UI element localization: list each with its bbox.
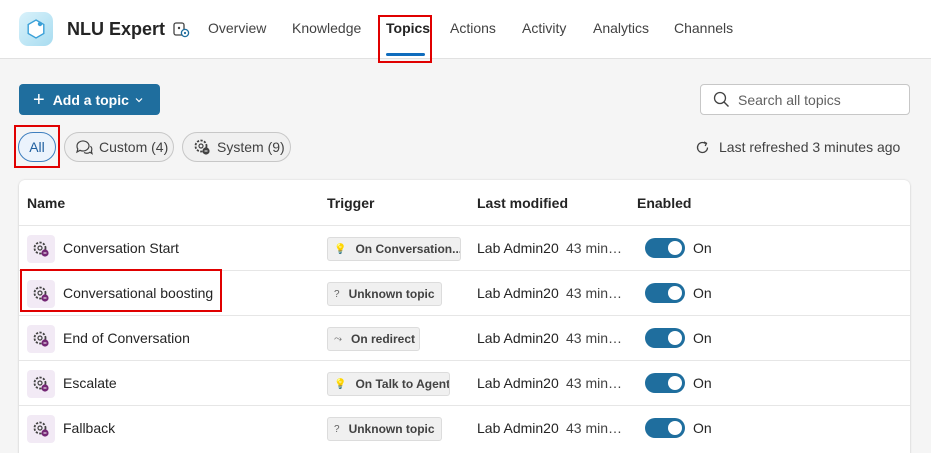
- trigger-badge: ? Unknown topic: [327, 282, 442, 306]
- trigger-label: On Conversation...: [355, 242, 461, 256]
- refresh-status[interactable]: Last refreshed 3 minutes ago: [695, 139, 900, 155]
- lightbulb-icon: 💡: [334, 378, 347, 390]
- enabled-toggle[interactable]: [645, 418, 685, 438]
- table-row[interactable]: Conversational boosting ? Unknown topic …: [19, 270, 910, 315]
- modified-time: 43 minutes ago: [566, 330, 624, 346]
- trigger-badge: ? Unknown topic: [327, 417, 442, 441]
- tab-activity[interactable]: Activity: [522, 20, 566, 36]
- enabled-toggle[interactable]: [645, 283, 685, 303]
- agent-logo-icon[interactable]: [19, 12, 53, 46]
- trigger-label: On Talk to Agent: [355, 377, 450, 391]
- modified-time: 43 minutes ago: [566, 375, 624, 391]
- table-row[interactable]: End of Conversation ⤳ On redirect Lab Ad…: [19, 315, 910, 360]
- topic-gear-icon: [27, 325, 55, 353]
- chat-bubbles-icon: [75, 139, 93, 155]
- filter-system-label: System (9): [217, 139, 285, 155]
- filter-custom-label: Custom (4): [99, 139, 169, 155]
- enabled-label: On: [693, 375, 712, 391]
- search-box[interactable]: [700, 84, 910, 115]
- trigger-badge: ⤳ On redirect: [327, 327, 420, 351]
- topic-name[interactable]: Fallback: [63, 420, 115, 436]
- filter-all-label: All: [29, 139, 45, 155]
- topic-name[interactable]: End of Conversation: [63, 330, 190, 346]
- trigger-label: Unknown topic: [348, 287, 435, 301]
- system-gear-icon: [193, 138, 211, 156]
- enabled-label: On: [693, 330, 712, 346]
- topic-gear-icon: [27, 235, 55, 263]
- refresh-icon: [696, 140, 709, 153]
- tab-analytics[interactable]: Analytics: [593, 20, 649, 36]
- add-topic-label: Add a topic: [52, 91, 129, 108]
- topics-table: Name Trigger Last modified Enabled Conve…: [19, 180, 910, 453]
- column-header-trigger[interactable]: Trigger: [327, 195, 374, 211]
- topic-name[interactable]: Conversational boosting: [63, 285, 213, 301]
- tab-knowledge[interactable]: Knowledge: [292, 20, 361, 36]
- table-row[interactable]: Fallback ? Unknown topic Lab Admin20 43 …: [19, 405, 910, 450]
- topic-name[interactable]: Conversation Start: [63, 240, 179, 256]
- tab-overview[interactable]: Overview: [208, 20, 266, 36]
- filter-all[interactable]: All: [18, 132, 56, 162]
- trigger-badge: 💡 On Talk to Agent: [327, 372, 450, 396]
- column-header-name[interactable]: Name: [27, 195, 65, 211]
- question-icon: ?: [334, 288, 340, 300]
- trigger-label: On redirect: [351, 332, 416, 346]
- enabled-label: On: [693, 285, 712, 301]
- enabled-label: On: [693, 420, 712, 436]
- trigger-label: Unknown topic: [348, 422, 435, 436]
- tab-actions[interactable]: Actions: [450, 20, 496, 36]
- question-icon: ?: [334, 423, 340, 435]
- table-row[interactable]: Conversation Start 💡 On Conversation... …: [19, 225, 910, 270]
- enabled-label: On: [693, 240, 712, 256]
- trigger-badge: 💡 On Conversation...: [327, 237, 461, 261]
- lightbulb-icon: 💡: [334, 243, 347, 255]
- modified-by: Lab Admin20: [477, 420, 559, 436]
- table-row[interactable]: Escalate 💡 On Talk to Agent Lab Admin20 …: [19, 360, 910, 405]
- filter-system[interactable]: System (9): [182, 132, 291, 162]
- search-icon: [713, 91, 729, 107]
- modified-time: 43 minutes ago: [566, 420, 624, 436]
- redirect-icon: ⤳: [334, 333, 342, 345]
- plus-icon: +: [33, 88, 45, 111]
- modified-by: Lab Admin20: [477, 240, 559, 256]
- topic-gear-icon: [27, 280, 55, 308]
- search-input[interactable]: [738, 91, 898, 108]
- tab-topics[interactable]: Topics: [386, 20, 430, 36]
- chevron-down-icon: [135, 97, 143, 102]
- modified-by: Lab Admin20: [477, 285, 559, 301]
- top-bar: NLU Expert Overview Knowledge Topics Act…: [0, 0, 931, 59]
- agent-name: NLU Expert: [67, 19, 166, 39]
- modified-by: Lab Admin20: [477, 330, 559, 346]
- modified-time: 43 minutes ago: [566, 240, 624, 256]
- enabled-toggle[interactable]: [645, 328, 685, 348]
- active-tab-indicator: [386, 53, 425, 56]
- enabled-toggle[interactable]: [645, 373, 685, 393]
- filter-custom[interactable]: Custom (4): [64, 132, 174, 162]
- modified-by: Lab Admin20: [477, 375, 559, 391]
- refresh-label: Last refreshed 3 minutes ago: [719, 139, 901, 155]
- topic-name[interactable]: Escalate: [63, 375, 117, 391]
- column-header-last-modified[interactable]: Last modified: [477, 195, 568, 211]
- topic-gear-icon: [27, 415, 55, 443]
- column-header-enabled[interactable]: Enabled: [637, 195, 691, 211]
- enabled-toggle[interactable]: [645, 238, 685, 258]
- modified-time: 43 minutes ago: [566, 285, 624, 301]
- topic-gear-icon: [27, 370, 55, 398]
- tab-channels[interactable]: Channels: [674, 20, 733, 36]
- add-topic-button[interactable]: + Add a topic: [19, 84, 160, 115]
- agent-settings-icon[interactable]: [172, 20, 190, 38]
